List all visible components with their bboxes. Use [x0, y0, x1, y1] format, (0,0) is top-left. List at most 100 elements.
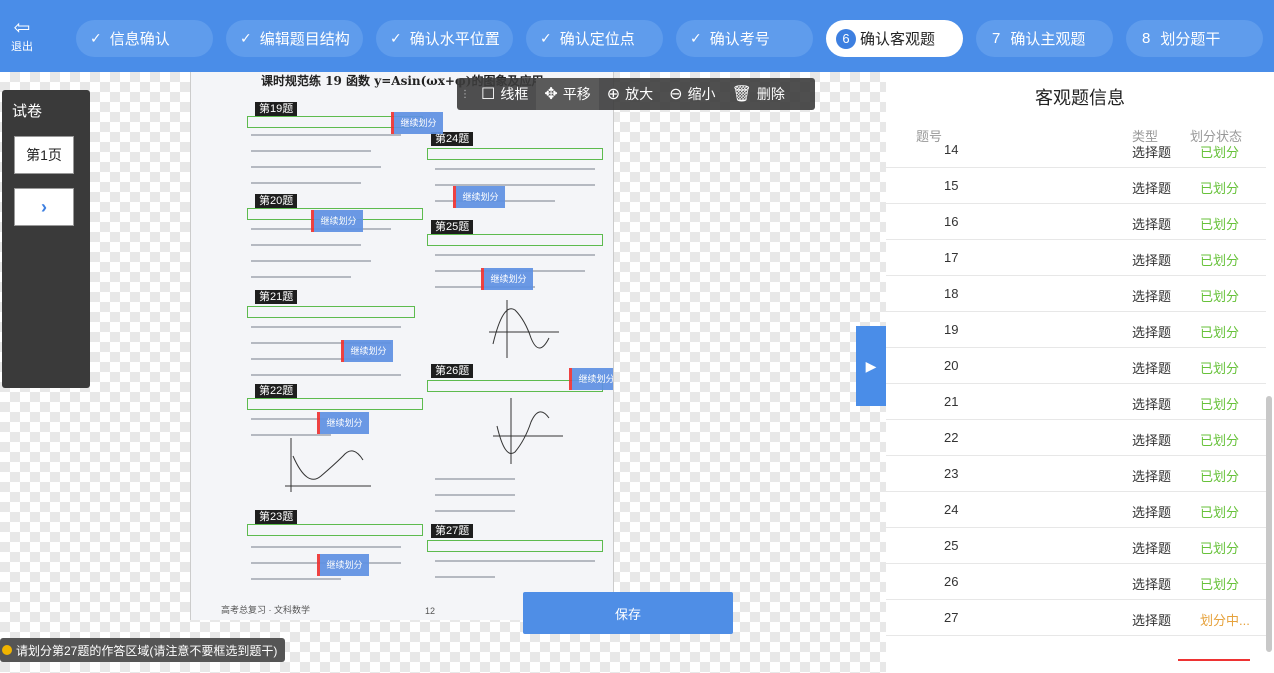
table-row[interactable]: 20 选择题 已划分 [886, 348, 1266, 384]
question-label: 第19题 [255, 102, 298, 116]
table-row[interactable]: 26 选择题 已划分 [886, 564, 1266, 600]
sine-graph [493, 398, 563, 464]
delete-tool[interactable]: 🗑 删除 [724, 78, 793, 110]
move-icon: ✥ [544, 86, 558, 103]
question-label: 第22题 [255, 384, 298, 398]
check-icon: ✓ [90, 30, 102, 46]
zoom-in-icon: ⊕ [606, 86, 621, 103]
pan-tool[interactable]: ✥ 平移 [536, 78, 599, 110]
step-label: 确认定位点 [559, 31, 635, 48]
step-label: 确认客观题 [860, 31, 936, 48]
question-label: 第27题 [431, 524, 474, 538]
table-row-active[interactable]: 27 选择题 划分中... [886, 600, 1266, 636]
step-number: 6 [836, 28, 856, 49]
step-label: 信息确认 [109, 31, 170, 48]
check-icon: ✓ [390, 30, 402, 46]
tool-label: 缩小 [687, 86, 716, 102]
canvas-toolbar: ⋮ ☐ 线框 ✥ 平移 ⊕ 放大 ⊖ 缩小 🗑 删除 [457, 78, 815, 110]
continue-split-tag[interactable]: 继续划分 [317, 412, 369, 434]
instruction-hint: 请划分第27题的作答区域(请注意不要框选到题干) [0, 638, 286, 662]
tool-label: 线框 [500, 86, 529, 102]
table-row[interactable]: 25 选择题 已划分 [886, 528, 1266, 564]
objective-info-panel: 客观题信息 题号 类型 划分状态 14 选择题 已划分 15 选择题 已划分 16 选择题… [886, 72, 1274, 673]
square-icon: ☐ [481, 86, 496, 103]
table-row[interactable]: 14 选择题 已划分 [886, 138, 1266, 168]
check-icon: ✓ [240, 30, 252, 46]
step-number: 7 [992, 30, 1001, 47]
wireframe-tool[interactable]: ☐ 线框 [473, 78, 536, 110]
table-row[interactable]: 21 选择题 已划分 [886, 384, 1266, 420]
panel-scrollbar[interactable] [1266, 396, 1272, 652]
question-label: 第25题 [431, 220, 474, 234]
tool-label: 放大 [625, 86, 654, 102]
check-icon: ✓ [690, 30, 702, 46]
step-label: 确认水平位置 [409, 31, 500, 48]
exit-label: 退出 [11, 41, 33, 53]
exam-paper-scan[interactable]: 课时规范练 19 函数 y=Asin(ωx+φ)的图象及应用 第19题 第20题… [190, 72, 614, 620]
tool-label: 删除 [756, 86, 785, 102]
question-region [427, 540, 603, 552]
question-label: 第20题 [255, 194, 298, 208]
question-region [427, 148, 603, 160]
step-split-stems[interactable]: 8 划分题干 [1126, 20, 1263, 57]
step-label: 确认考号 [709, 31, 770, 48]
question-region [427, 234, 603, 246]
question-region [247, 306, 415, 318]
step-objective-questions[interactable]: 6 确认客观题 [826, 20, 963, 57]
page-panel: 试卷 第1页 › [2, 90, 90, 388]
continue-split-tag[interactable]: 继续划分 [453, 186, 505, 208]
question-label: 第24题 [431, 132, 474, 146]
paper-footer: 高考总复习 · 文科数学 [221, 605, 310, 615]
question-label: 第23题 [255, 510, 298, 524]
hint-text: 请划分第27题的作答区域(请注意不要框选到题干) [16, 643, 278, 658]
step-exam-number[interactable]: ✓ 确认考号 [676, 20, 813, 57]
question-label: 第21题 [255, 290, 298, 304]
collapse-panel-button[interactable]: ▶ [856, 326, 886, 406]
table-row[interactable]: 22 选择题 已划分 [886, 420, 1266, 456]
exit-button[interactable]: ⇦ 退出 [6, 18, 38, 54]
step-label: 划分题干 [1160, 31, 1221, 48]
step-edit-structure[interactable]: ✓ 编辑题目结构 [226, 20, 363, 57]
step-label: 确认主观题 [1010, 31, 1086, 48]
continue-split-tag[interactable]: 继续划分 [481, 268, 533, 290]
save-button[interactable]: 保存 [523, 592, 733, 634]
trash-icon: 🗑 [731, 86, 752, 103]
info-dot-icon [2, 645, 12, 655]
panel-title: 客观题信息 [1035, 88, 1125, 108]
sine-graph [285, 438, 371, 492]
continue-split-tag[interactable]: 继续划分 [341, 340, 393, 362]
zoom-out-icon: ⊖ [669, 86, 683, 103]
step-horizontal-position[interactable]: ✓ 确认水平位置 [376, 20, 513, 57]
continue-split-tag[interactable]: 继续划分 [391, 112, 443, 134]
zoom-out-tool[interactable]: ⊖ 缩小 [661, 78, 723, 110]
step-anchor-points[interactable]: ✓ 确认定位点 [526, 20, 663, 57]
table-row[interactable]: 19 选择题 已划分 [886, 312, 1266, 348]
panel-title: 试卷 [12, 103, 43, 120]
question-table[interactable]: 14 选择题 已划分 15 选择题 已划分 16 选择题 已划分 17 选择题 已划分 18 选择… [886, 138, 1266, 666]
active-row-underline [1178, 659, 1250, 661]
question-region [247, 398, 423, 410]
table-row[interactable]: 17 选择题 已划分 [886, 240, 1266, 276]
continue-split-tag[interactable]: 继续划分 [569, 368, 613, 390]
next-page-button[interactable]: › [14, 188, 74, 226]
sine-graph [489, 300, 559, 358]
table-row[interactable]: 18 选择题 已划分 [886, 276, 1266, 312]
step-subjective-questions[interactable]: 7 确认主观题 [976, 20, 1113, 57]
tool-label: 平移 [562, 86, 591, 102]
question-label: 第26题 [431, 364, 474, 378]
step-number: 8 [1142, 30, 1151, 47]
table-row[interactable]: 15 选择题 已划分 [886, 168, 1266, 204]
page-1-button[interactable]: 第1页 [14, 136, 74, 174]
zoom-in-tool[interactable]: ⊕ 放大 [599, 78, 661, 110]
chevron-right-icon: ▶ [865, 357, 877, 374]
drag-handle-icon[interactable]: ⋮ [457, 78, 473, 110]
continue-split-tag[interactable]: 继续划分 [311, 210, 363, 232]
table-row[interactable]: 24 选择题 已划分 [886, 492, 1266, 528]
step-label: 编辑题目结构 [259, 31, 350, 48]
table-row[interactable]: 16 选择题 已划分 [886, 204, 1266, 240]
step-info-confirm[interactable]: ✓ 信息确认 [76, 20, 213, 57]
continue-split-tag[interactable]: 继续划分 [317, 554, 369, 576]
table-row[interactable]: 23 选择题 已划分 [886, 456, 1266, 492]
paper-page-number: 12 [425, 606, 436, 616]
exit-icon: ⇦ [13, 17, 31, 39]
